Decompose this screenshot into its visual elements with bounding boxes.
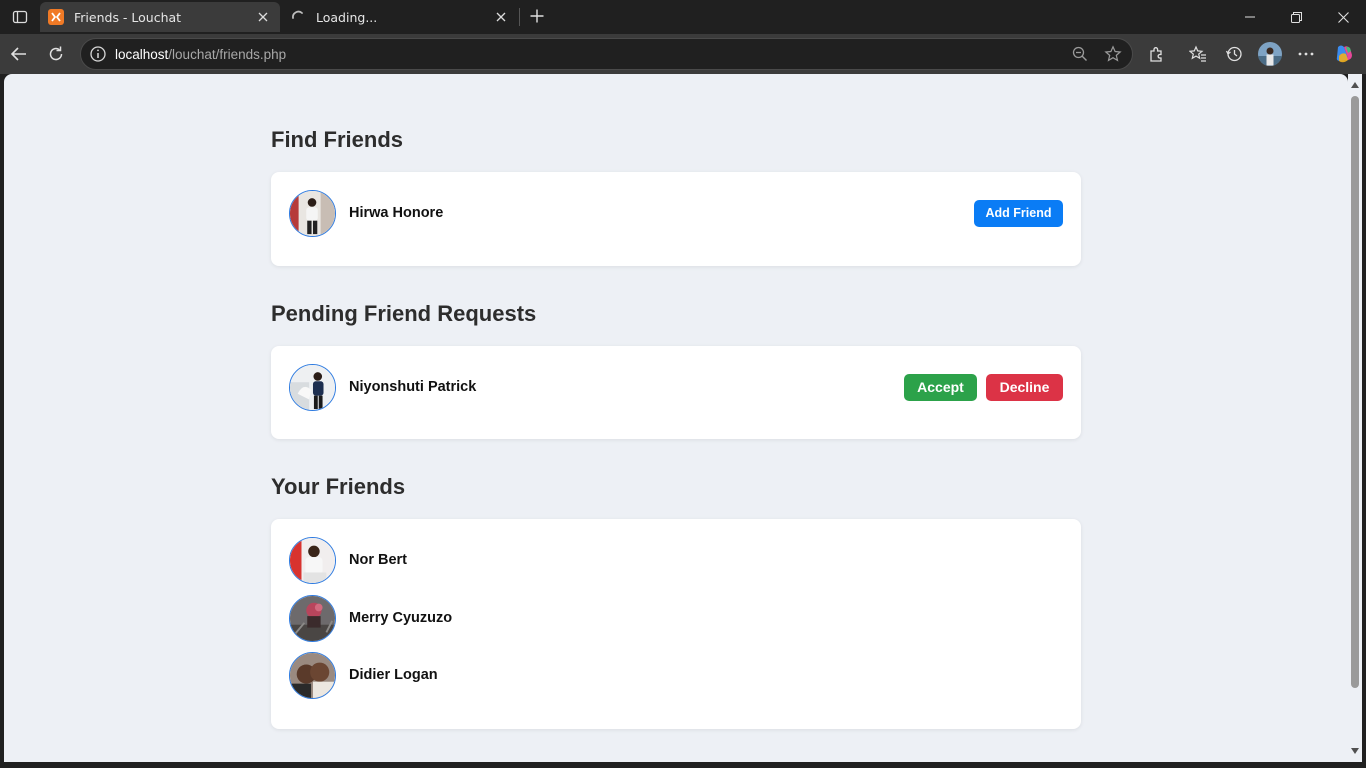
friend-row: Merry Cyuzuzo [289,594,1063,642]
decline-button[interactable]: Decline [986,373,1063,401]
zoom-out-icon[interactable] [1071,39,1089,69]
pending-requests-card: Niyonshuti Patrick Accept Decline [271,346,1081,439]
tab-actions-icon[interactable] [6,3,34,31]
avatar[interactable] [289,536,336,584]
favorite-star-icon[interactable] [1104,39,1122,69]
browser-toolbar: localhost/louchat/friends.php [0,34,1366,74]
minimize-icon[interactable] [1227,0,1273,34]
your-friends-heading: Your Friends [271,474,406,499]
close-tab-icon[interactable] [254,8,272,26]
favorites-icon[interactable] [1183,39,1213,69]
url-text: localhost/louchat/friends.php [115,46,287,62]
avatar[interactable] [289,363,336,411]
restore-icon[interactable] [1273,0,1319,34]
tab-separator [519,8,520,26]
friend-name: Merry Cyuzuzo [349,610,453,626]
avatar[interactable] [289,594,336,642]
scroll-down-arrow-icon[interactable] [1351,748,1359,754]
friend-name: Nor Bert [349,552,408,568]
find-friends-card: Hirwa Honore Add Friend [271,172,1081,266]
find-friends-heading: Find Friends [271,127,403,152]
user-name: Hirwa Honore [349,205,444,221]
tab-title: Loading... [316,9,378,25]
page-scrollbar[interactable] [1348,74,1362,762]
history-icon[interactable] [1219,39,1249,69]
new-tab-icon[interactable] [524,3,550,29]
more-options-icon[interactable] [1291,39,1321,69]
your-friends-card: Nor Bert Merry Cyuzuzo Didier Logan [271,519,1081,729]
user-row: Hirwa Honore Add Friend [289,189,1063,237]
reload-icon[interactable] [41,39,71,69]
tab-title: Friends - Louchat [74,9,182,25]
profile-avatar[interactable] [1255,39,1285,69]
add-friend-button[interactable]: Add Friend [974,199,1063,227]
page-viewport: Find Friends Hirwa Honore Add Friend Pen… [4,74,1348,762]
site-info-icon[interactable] [89,45,107,63]
pending-requests-heading: Pending Friend Requests [271,301,537,326]
loading-spinner-icon [290,9,306,25]
tab-friends-louchat[interactable]: Friends - Louchat [40,2,280,32]
copilot-icon[interactable] [1329,39,1359,69]
close-window-icon[interactable] [1320,0,1366,34]
avatar[interactable] [289,651,336,699]
window-bottom-edge [0,762,1366,768]
scroll-up-arrow-icon[interactable] [1351,82,1359,88]
close-tab-icon[interactable] [492,8,510,26]
accept-button[interactable]: Accept [904,373,977,401]
address-bar[interactable]: localhost/louchat/friends.php [80,38,1133,70]
tab-loading[interactable]: Loading... [282,2,518,32]
tab-strip: Friends - Louchat Loading... [0,0,1366,34]
friend-row: Didier Logan [289,651,1063,699]
friend-name: Didier Logan [349,667,438,683]
back-arrow-icon[interactable] [4,39,34,69]
requester-name: Niyonshuti Patrick [349,379,477,395]
request-row: Niyonshuti Patrick Accept Decline [289,363,1063,411]
extensions-icon[interactable] [1142,39,1172,69]
scroll-thumb[interactable] [1351,96,1359,688]
avatar[interactable] [289,189,336,237]
friend-row: Nor Bert [289,536,1063,584]
xampp-favicon-icon [48,9,64,25]
